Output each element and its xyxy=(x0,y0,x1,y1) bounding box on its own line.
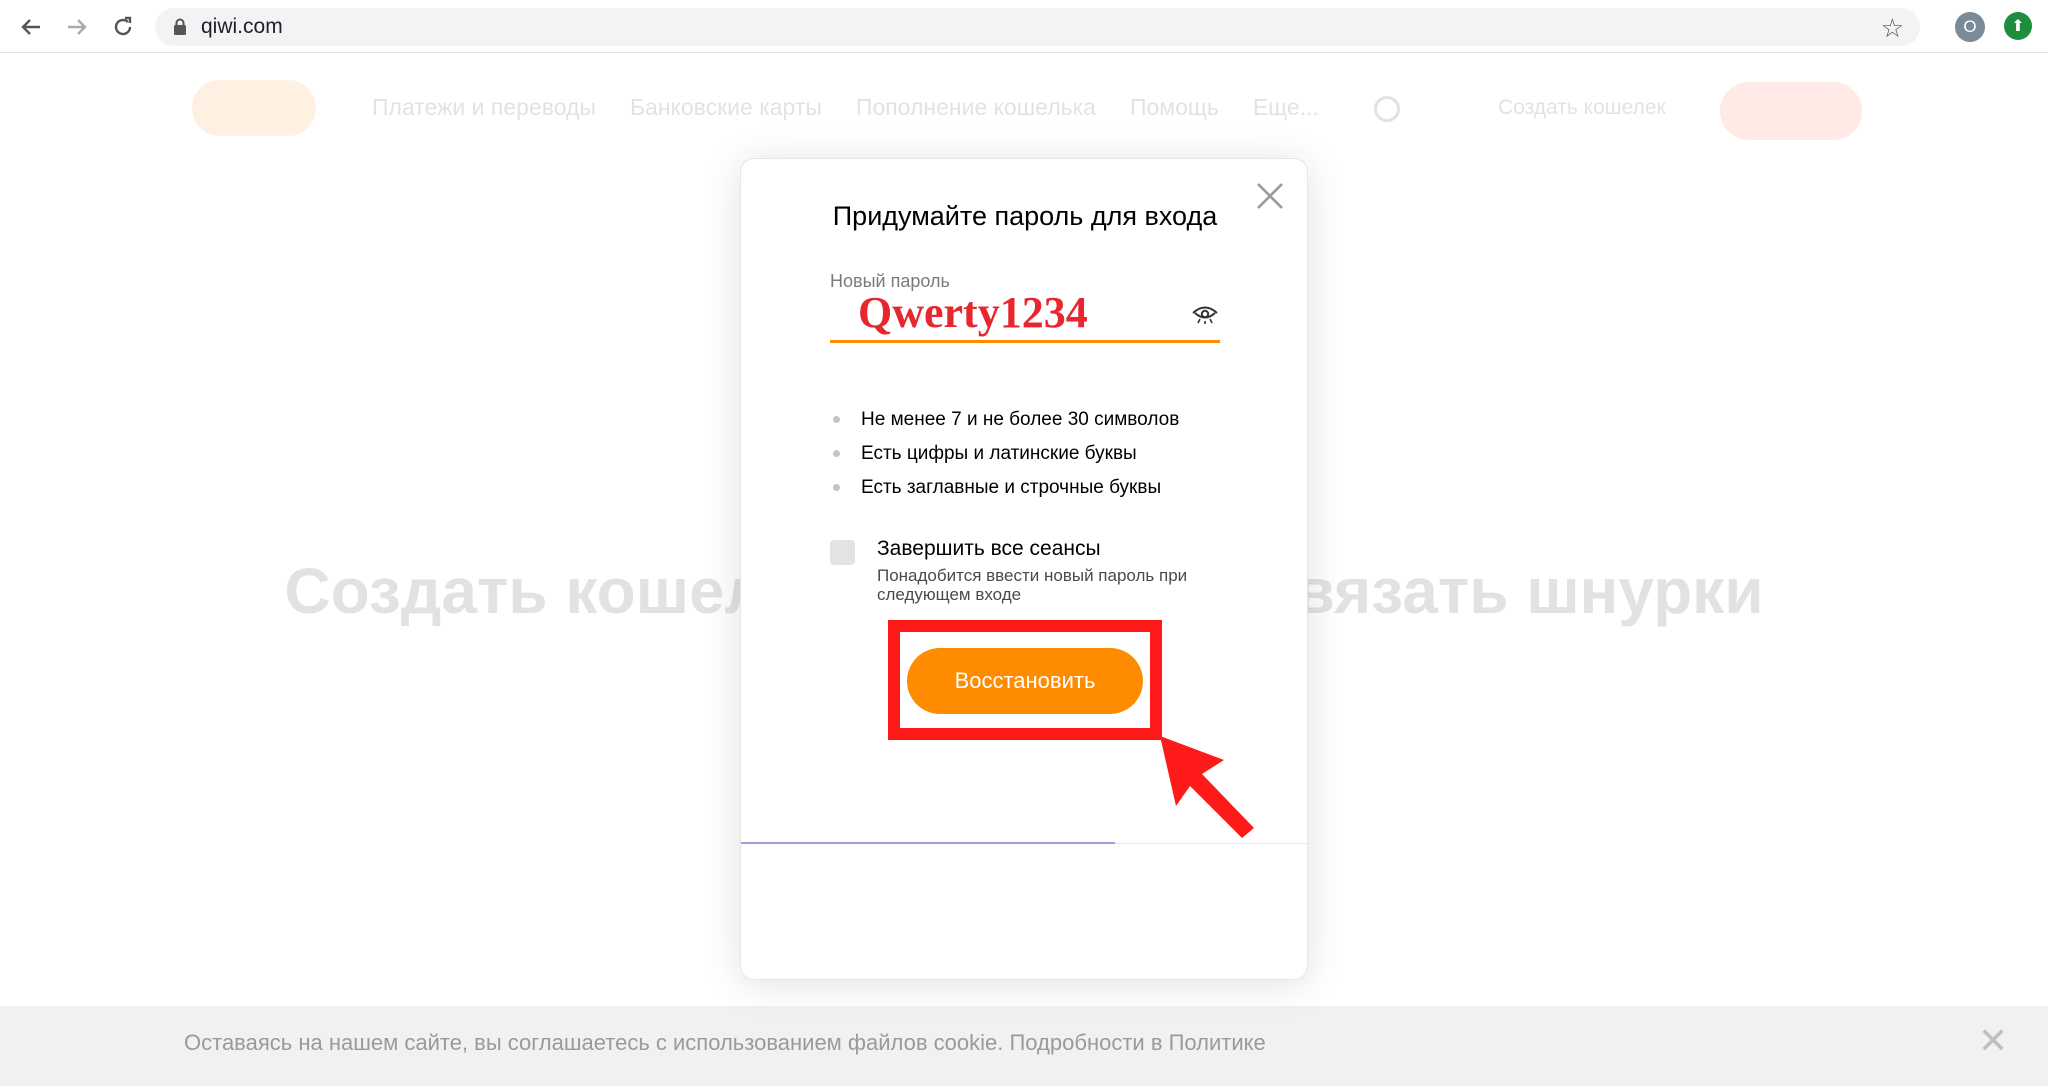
password-rule: Есть цифры и латинские буквы xyxy=(830,437,1179,471)
bullet-icon xyxy=(833,450,840,457)
annotation-highlight-box xyxy=(888,620,1162,740)
pointer-arrow-icon xyxy=(1160,736,1254,838)
site-header: Платежи и переводы Банковские карты Попо… xyxy=(0,54,2048,164)
forward-arrow-icon[interactable] xyxy=(60,10,94,44)
browser-toolbar: qiwi.com ☆ O ⬆ xyxy=(0,0,2048,53)
end-sessions-checkbox[interactable] xyxy=(830,540,855,565)
dialog-title: Придумайте пароль для входа xyxy=(832,201,1218,231)
rule-text: Не менее 7 и не более 30 символов xyxy=(861,409,1180,430)
address-bar[interactable]: qiwi.com ☆ xyxy=(155,8,1920,46)
end-sessions-label[interactable]: Завершить все сеансы xyxy=(877,537,1101,561)
bullet-icon xyxy=(833,484,840,491)
password-dialog: Придумайте пароль для входа Новый пароль… xyxy=(740,158,1309,980)
close-icon[interactable]: ✕ xyxy=(1978,1020,2008,1062)
rule-text: Есть заглавные и строчные буквы xyxy=(861,477,1162,498)
site-nav-item: Банковские карты xyxy=(629,94,822,120)
progress-line xyxy=(741,842,1115,844)
star-icon[interactable]: ☆ xyxy=(1881,13,1904,44)
password-rule: Есть заглавные и строчные буквы xyxy=(830,471,1179,505)
password-rule: Не менее 7 и не более 30 символов xyxy=(830,403,1179,437)
lock-icon xyxy=(174,18,186,35)
qiwi-logo xyxy=(192,80,316,136)
back-arrow-icon[interactable] xyxy=(14,10,48,44)
bullet-icon xyxy=(833,416,840,423)
login-button xyxy=(1720,82,1862,140)
password-input[interactable] xyxy=(830,285,1220,343)
site-nav-item: Платежи и переводы xyxy=(372,94,596,120)
site-nav-item: Помощь xyxy=(1129,94,1219,120)
reload-icon[interactable] xyxy=(106,10,140,44)
profile-avatar[interactable]: O xyxy=(1955,12,1985,42)
site-nav-item: Еще... xyxy=(1252,94,1319,120)
rule-text: Есть цифры и латинские буквы xyxy=(861,443,1137,464)
cookie-notice: Оставаясь на нашем сайте, вы соглашаетес… xyxy=(184,1030,1266,1055)
site-nav-item: Пополнение кошелька xyxy=(855,94,1096,120)
arrow-up-circle-icon[interactable]: ⬆ xyxy=(2004,12,2032,40)
search-icon xyxy=(1374,96,1400,122)
site-nav: Платежи и переводы Банковские карты Попо… xyxy=(372,94,1319,121)
end-sessions-hint: Понадобится ввести новый пароль при след… xyxy=(877,566,1188,604)
eye-icon[interactable] xyxy=(1191,303,1219,325)
create-wallet-link: Создать кошелек xyxy=(1498,96,1666,119)
password-rules: Не менее 7 и не более 30 символов Есть ц… xyxy=(830,403,1179,505)
url-text: qiwi.com xyxy=(201,15,283,38)
